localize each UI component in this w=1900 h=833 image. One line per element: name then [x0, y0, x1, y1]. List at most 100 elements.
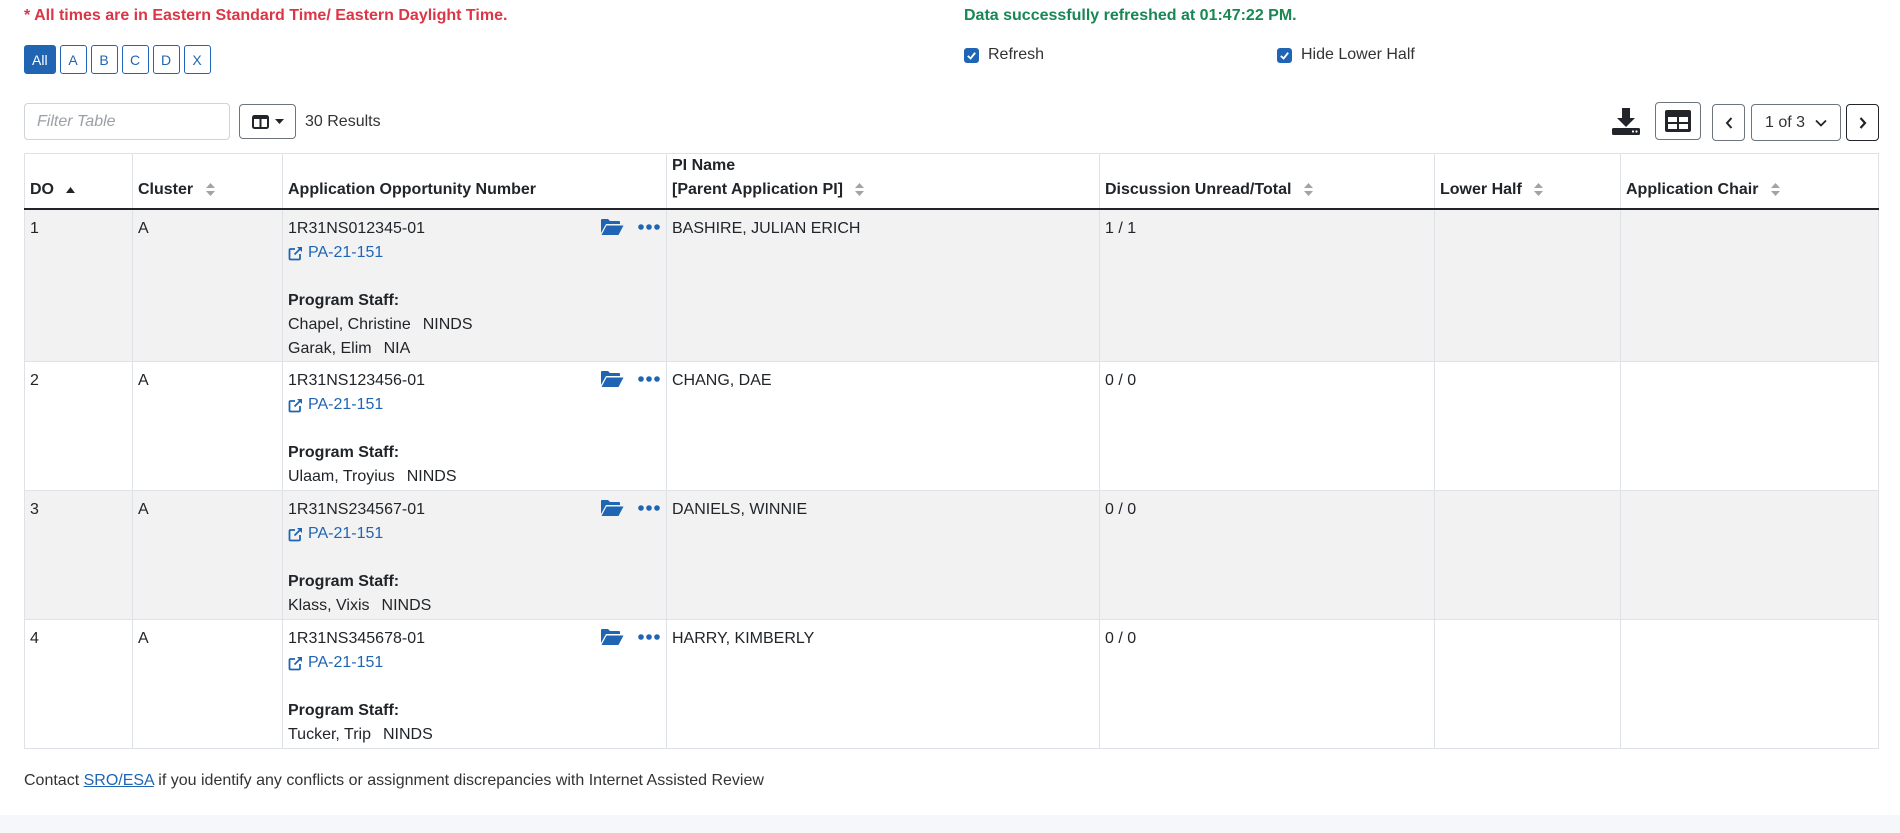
- cell-application-chair: [1620, 209, 1879, 362]
- column-header-label: Cluster: [138, 181, 194, 198]
- table-row: 1 A 1R31NS012345-01 PA-21-151 Program St…: [24, 209, 1879, 362]
- cell-pi-name: BASHIRE, JULIAN ERICH: [666, 209, 1100, 362]
- external-link-icon: [288, 398, 302, 412]
- column-header-cluster[interactable]: Cluster: [132, 153, 283, 210]
- sort-icon: [205, 183, 215, 197]
- funding-opportunity-link[interactable]: PA-21-151: [288, 651, 661, 675]
- column-header-sublabel: [Parent Application PI]: [672, 181, 843, 198]
- refresh-label: Refresh: [988, 46, 1045, 63]
- cell-discussion: 0 / 0: [1099, 619, 1435, 749]
- ellipsis-icon[interactable]: [638, 634, 660, 640]
- staff-ic: NIA: [383, 340, 411, 357]
- next-page-button[interactable]: [1846, 104, 1879, 141]
- cluster-filter-d[interactable]: D: [152, 45, 180, 74]
- program-staff-entry: Klass, Vixis NINDS: [288, 594, 661, 618]
- column-chooser-button[interactable]: [239, 104, 296, 139]
- staff-ic: NINDS: [406, 468, 457, 485]
- hide-lower-half-checkbox[interactable]: [1277, 47, 1292, 63]
- table-row: 4 A 1R31NS345678-01 PA-21-151 Program St…: [24, 619, 1879, 749]
- sort-ascending-icon: [66, 186, 76, 193]
- column-header-discussion[interactable]: Discussion Unread/Total: [1099, 153, 1435, 210]
- download-button[interactable]: [1609, 104, 1643, 138]
- ellipsis-icon[interactable]: [638, 376, 660, 382]
- staff-ic: NINDS: [381, 597, 432, 614]
- hide-lower-half-label: Hide Lower Half: [1301, 46, 1415, 63]
- cell-application-chair: [1620, 490, 1879, 620]
- chevron-right-icon: [1859, 116, 1866, 129]
- cell-discussion: 0 / 0: [1099, 361, 1435, 491]
- folder-open-icon[interactable]: [600, 628, 624, 646]
- column-header-application-chair[interactable]: Application Chair: [1620, 153, 1879, 210]
- cell-cluster: A: [132, 490, 283, 620]
- sort-icon: [855, 183, 865, 197]
- column-header-label: Lower Half: [1440, 181, 1522, 198]
- staff-name: Ulaam, Troyius: [288, 468, 395, 485]
- staff-name: Chapel, Christine: [288, 316, 411, 333]
- column-header-label: Application Chair: [1626, 181, 1759, 198]
- cluster-filter-a[interactable]: A: [59, 45, 87, 74]
- funding-opportunity-label: PA-21-151: [308, 396, 384, 413]
- program-staff-heading: Program Staff:: [288, 292, 400, 309]
- staff-name: Garak, Elim: [288, 340, 372, 357]
- cluster-filter-x[interactable]: X: [183, 45, 211, 74]
- check-icon: [967, 51, 976, 60]
- column-header-label: Discussion Unread/Total: [1105, 181, 1292, 198]
- folder-open-icon[interactable]: [600, 218, 624, 236]
- footer-contact-note: Contact SRO/ESA if you identify any conf…: [24, 772, 764, 790]
- column-header-application-number[interactable]: Application Opportunity Number: [282, 153, 667, 210]
- cell-pi-name: HARRY, KIMBERLY: [666, 619, 1100, 749]
- table-view-button[interactable]: [1655, 102, 1701, 140]
- folder-open-icon[interactable]: [600, 499, 624, 517]
- ellipsis-icon[interactable]: [638, 224, 660, 230]
- sort-icon: [1303, 183, 1313, 197]
- staff-name: Tucker, Trip: [288, 726, 371, 743]
- sort-icon: [1534, 183, 1544, 197]
- cluster-filter-all[interactable]: All: [24, 45, 56, 74]
- cell-cluster: A: [132, 361, 283, 491]
- table-view-icon: [1665, 110, 1691, 132]
- cluster-filter-c[interactable]: C: [121, 45, 149, 74]
- results-count: 30 Results: [305, 113, 381, 130]
- ellipsis-icon[interactable]: [638, 505, 660, 511]
- program-staff-entry: Chapel, Christine NINDS: [288, 313, 661, 337]
- filter-table-input[interactable]: [24, 103, 230, 140]
- cell-application-chair: [1620, 361, 1879, 491]
- footer-suffix: if you identify any conflicts or assignm…: [158, 772, 764, 789]
- cell-application: 1R31NS123456-01 PA-21-151 Program Staff:…: [282, 361, 667, 491]
- funding-opportunity-link[interactable]: PA-21-151: [288, 241, 661, 265]
- cluster-filter-b[interactable]: B: [90, 45, 118, 74]
- cell-lower-half: [1434, 490, 1621, 620]
- cell-application: 1R31NS234567-01 PA-21-151 Program Staff:…: [282, 490, 667, 620]
- sro-esa-link[interactable]: SRO/ESA: [84, 772, 154, 789]
- funding-opportunity-link[interactable]: PA-21-151: [288, 393, 661, 417]
- applications-table: DO Cluster Application Opportunity Numbe…: [24, 153, 1879, 749]
- refresh-checkbox[interactable]: [964, 47, 979, 63]
- staff-ic: NINDS: [422, 316, 473, 333]
- program-staff-heading: Program Staff:: [288, 702, 400, 719]
- caret-down-icon: [274, 118, 284, 124]
- chevron-down-icon: [1815, 119, 1827, 127]
- page-select-value: 1 of 3: [1764, 113, 1806, 131]
- cell-do: 1: [24, 209, 133, 362]
- column-header-pi-name[interactable]: PI Name [Parent Application PI]: [666, 153, 1100, 210]
- funding-opportunity-link[interactable]: PA-21-151: [288, 522, 661, 546]
- cell-discussion: 0 / 0: [1099, 490, 1435, 620]
- table-row: 3 A 1R31NS234567-01 PA-21-151 Program St…: [24, 490, 1879, 620]
- table-header-row: DO Cluster Application Opportunity Numbe…: [24, 153, 1879, 210]
- funding-opportunity-label: PA-21-151: [308, 244, 384, 261]
- cell-application: 1R31NS345678-01 PA-21-151 Program Staff:…: [282, 619, 667, 749]
- cluster-filter-group: All A B C D X: [24, 45, 211, 74]
- refresh-toggle[interactable]: Refresh: [964, 46, 1044, 64]
- external-link-icon: [288, 656, 302, 670]
- cell-do: 3: [24, 490, 133, 620]
- previous-page-button[interactable]: [1712, 104, 1745, 141]
- page-select[interactable]: 1 of 3: [1751, 104, 1841, 141]
- external-link-icon: [288, 527, 302, 541]
- column-header-do[interactable]: DO: [24, 153, 133, 210]
- folder-open-icon[interactable]: [600, 370, 624, 388]
- column-header-lower-half[interactable]: Lower Half: [1434, 153, 1621, 210]
- program-staff-heading: Program Staff:: [288, 444, 400, 461]
- hide-lower-half-toggle[interactable]: Hide Lower Half: [1277, 46, 1415, 64]
- chevron-left-icon: [1725, 116, 1732, 129]
- staff-name: Klass, Vixis: [288, 597, 370, 614]
